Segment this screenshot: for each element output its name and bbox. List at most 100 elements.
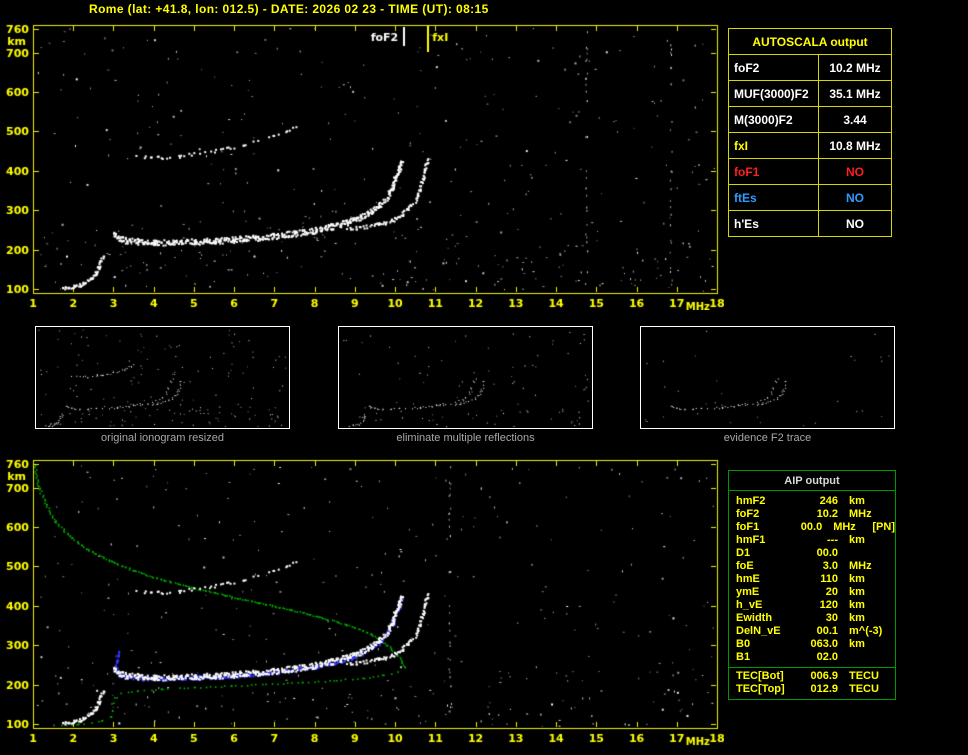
aip-value: ---: [827, 534, 838, 546]
aip-rows: hmF2 246 km foF2 10.2 MHz foF1 00.0 MHz [PN] hmF1-…: [729, 495, 895, 664]
aip-unit: MHz: [849, 560, 872, 572]
aip-extra: [893, 547, 895, 560]
aip-row: B1 02.0: [729, 651, 895, 664]
aip-unit: km: [849, 495, 865, 507]
aip-value: 006.9: [810, 670, 838, 682]
aip-row: TEC[Bot] 006.9 TECU: [729, 670, 895, 683]
autoscala-row-value: 3.44: [843, 113, 867, 127]
aip-unit: km: [849, 612, 865, 624]
aip-name: Ewidth: [736, 612, 773, 624]
aip-value: 012.9: [810, 683, 838, 695]
aip-extra: [893, 625, 895, 638]
thumbnail-caption: original ionogram resized: [101, 432, 224, 444]
aip-value: 00.0: [816, 547, 838, 559]
aip-unit: km: [849, 573, 865, 585]
aip-unit: TECU: [849, 670, 879, 682]
aip-name: foE: [736, 560, 754, 572]
aip-extra: [893, 638, 895, 651]
aip-name: foF1: [736, 521, 760, 533]
aip-separator: [729, 667, 895, 668]
aip-name: B0: [736, 638, 751, 650]
aip-row: Ewidth 30 km: [729, 612, 895, 625]
aip-name: TEC[Top]: [736, 683, 785, 695]
aip-row: hmE 110 km: [729, 573, 895, 586]
autoscala-row-label: MUF(3000)F2: [729, 81, 819, 106]
table-row: foF1 NO: [729, 159, 891, 185]
table-row: fxI 10.8 MHz: [729, 133, 891, 159]
thumbnail-original-ionogram-canvas: [35, 326, 290, 429]
aip-value: 20: [825, 586, 838, 598]
autoscala-row-label: h'Es: [729, 211, 819, 236]
aip-extra: [893, 586, 895, 599]
aip-extra: [893, 612, 895, 625]
aip-extra: [893, 508, 895, 521]
aip-unit: km: [849, 638, 865, 650]
aip-value: 246: [819, 495, 838, 507]
aip-name: DelN_vE: [736, 625, 781, 637]
aip-value: 063.0: [810, 638, 838, 650]
autoscala-row-value: 10.8 MHz: [829, 139, 881, 153]
aip-value: 120: [819, 599, 838, 611]
aip-row: foF1 00.0 MHz [PN]: [729, 521, 895, 534]
aip-row: hmF2 246 km: [729, 495, 895, 508]
aip-extra: [893, 560, 895, 573]
aip-value: 110: [820, 573, 838, 585]
aip-extra: [893, 599, 895, 612]
aip-value: 02.0: [816, 651, 838, 663]
autoscala-row-label: M(3000)F2: [729, 107, 819, 132]
aip-unit: [838, 651, 893, 664]
aip-row: hmF1 --- km: [729, 534, 895, 547]
aip-name: D1: [736, 547, 751, 559]
aip-unit: km: [849, 534, 865, 546]
autoscala-screen: Rome (lat: +41.8, lon: 012.5) - DATE: 20…: [0, 0, 968, 755]
aip-value: 00.0: [800, 521, 823, 533]
aip-unit: km: [849, 586, 865, 598]
aip-row: foE 3.0 MHz: [729, 560, 895, 573]
aip-extra: [PN]: [872, 521, 895, 533]
autoscala-row-value: 10.2 MHz: [829, 61, 881, 75]
aip-name: B1: [736, 651, 751, 663]
autoscala-row-label: foF1: [729, 159, 819, 184]
autoscala-row-label: foF2: [729, 55, 819, 80]
thumbnail-eliminate-reflections-canvas: [338, 326, 593, 429]
aip-name: hmF1: [736, 534, 766, 546]
aip-row: B0 063.0 km: [729, 638, 895, 651]
aip-unit: TECU: [849, 683, 879, 695]
thumbnail-caption: evidence F2 trace: [723, 432, 812, 444]
aip-value: 00.1: [816, 625, 838, 637]
aip-unit: m^(-3): [849, 625, 883, 637]
table-row: foF2 10.2 MHz: [729, 55, 891, 81]
thumbnail-caption: eliminate multiple reflections: [396, 432, 535, 444]
aip-value: 30: [825, 612, 838, 624]
table-row: ftEs NO: [729, 185, 891, 211]
aip-name: ymE: [736, 586, 760, 598]
aip-extra: [893, 534, 895, 547]
aip-unit: MHz: [849, 508, 872, 520]
aip-name: foF2: [736, 508, 760, 520]
aip-value: 3.0: [822, 560, 838, 572]
aip-name: TEC[Bot]: [736, 670, 784, 682]
autoscala-table-header: AUTOSCALA output: [729, 29, 891, 55]
aip-row: D1 00.0: [729, 547, 895, 560]
autoscala-row-value: NO: [846, 165, 864, 179]
autoscala-row-value: NO: [846, 217, 864, 231]
autoscala-row-value: NO: [846, 191, 864, 205]
aip-name: h_vE: [736, 599, 763, 611]
aip-tec-rows: TEC[Bot] 006.9 TECU TEC[Top] 012.9 TECU: [729, 670, 895, 696]
aip-unit: km: [849, 599, 865, 611]
aip-row: foF2 10.2 MHz: [729, 508, 895, 521]
aip-extra: [893, 495, 895, 508]
aip-row: h_vE 120 km: [729, 599, 895, 612]
aip-name: hmE: [736, 573, 760, 585]
autoscala-row-label: ftEs: [729, 185, 819, 210]
aip-unit: [838, 547, 893, 560]
page-title: Rome (lat: +41.8, lon: 012.5) - DATE: 20…: [89, 2, 489, 16]
aip-unit: MHz: [833, 521, 856, 533]
aip-table-header: AIP output: [729, 471, 895, 491]
aip-name: hmF2: [736, 495, 766, 507]
main-ionogram-canvas: [0, 18, 724, 310]
autoscala-table: AUTOSCALA output foF2 10.2 MHz MUF(3000)…: [728, 28, 892, 237]
autoscala-row-label: fxI: [729, 133, 819, 158]
table-row: MUF(3000)F2 35.1 MHz: [729, 81, 891, 107]
aip-row: DelN_vE 00.1 m^(-3): [729, 625, 895, 638]
